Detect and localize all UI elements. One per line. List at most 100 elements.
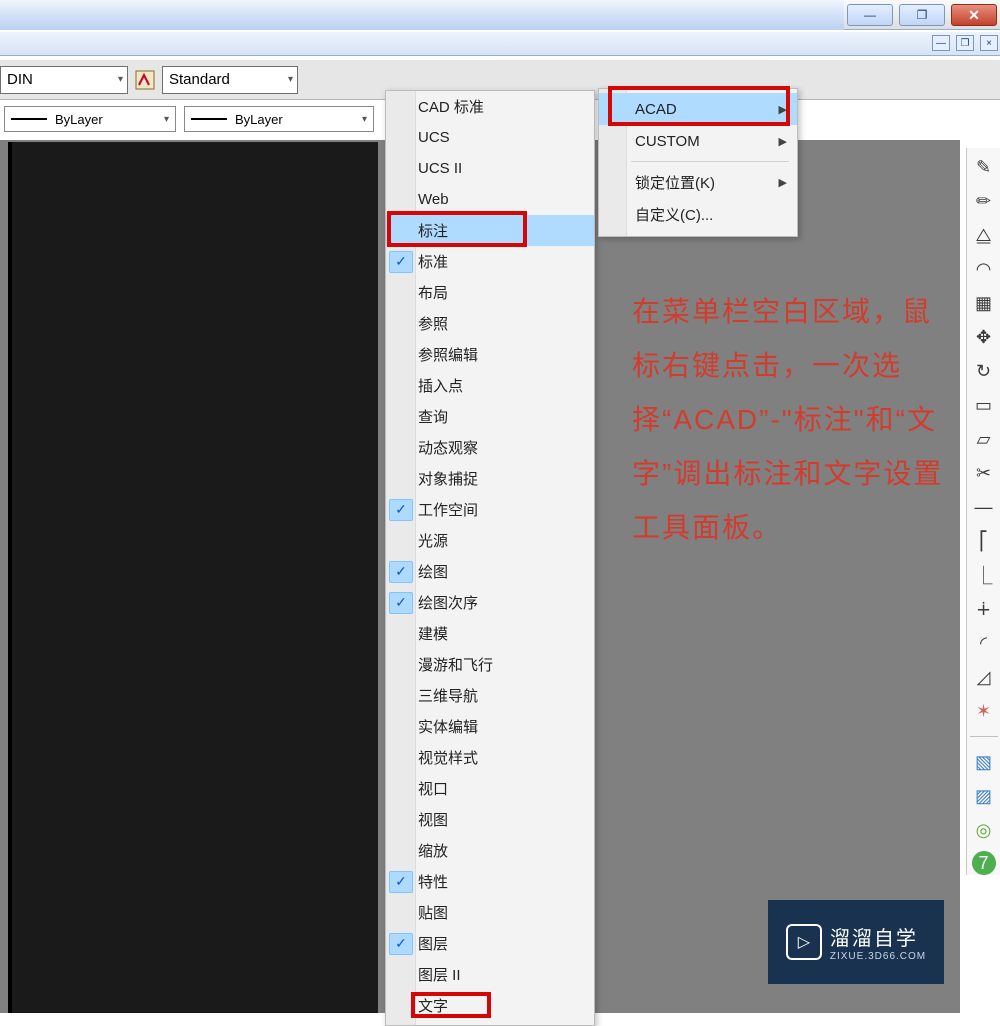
ctx-item-0[interactable]: CAD 标准 (386, 91, 594, 122)
move-icon[interactable]: ✥ (970, 324, 998, 350)
ctx-item-2[interactable]: UCS II (386, 153, 594, 184)
explode-icon[interactable]: ✶ (970, 698, 998, 724)
ctx-item-19[interactable]: 三维导航 (386, 680, 594, 711)
ctx-item-12[interactable]: 对象捕捉 (386, 463, 594, 494)
ctx-item-label: 工作空间 (416, 499, 478, 520)
submenu-item-1[interactable]: CUSTOM▶ (599, 125, 797, 157)
ctx-item-22[interactable]: 视口 (386, 773, 594, 804)
ctx-item-21[interactable]: 视觉样式 (386, 742, 594, 773)
minimize-button[interactable]: — (847, 4, 893, 26)
block-icon[interactable]: ◎ (970, 817, 998, 843)
check-placeholder (386, 339, 416, 370)
ctx-item-label: 查询 (416, 406, 448, 427)
submenu-item-3[interactable]: 锁定位置(K)▶ (599, 166, 797, 198)
dim-update-icon[interactable] (132, 67, 158, 93)
close-button[interactable]: ✕ (951, 4, 997, 26)
dim-style-value: DIN (7, 71, 33, 88)
ctx-item-label: 光源 (416, 530, 448, 551)
ctx-item-26[interactable]: 贴图 (386, 897, 594, 928)
submenu-item-0[interactable]: ACAD▶ (599, 93, 797, 125)
scale-icon[interactable]: ▭ (970, 392, 998, 418)
break-at-icon[interactable]: ⎿ (970, 562, 998, 588)
watermark-badge: ▷ 溜溜自学 ZIXUE.3D66.COM (768, 900, 944, 984)
join-icon[interactable]: ∔ (970, 596, 998, 622)
check-placeholder (386, 835, 416, 866)
ctx-item-24[interactable]: 缩放 (386, 835, 594, 866)
ctx-item-label: 贴图 (416, 902, 448, 923)
ctx-item-label: 图层 II (416, 964, 461, 985)
status-icon[interactable]: 7 (972, 851, 996, 875)
separator (631, 161, 789, 162)
chevron-right-icon: ▶ (779, 103, 787, 116)
ctx-item-label: 对象捕捉 (416, 468, 478, 489)
pencil-sparkle-icon[interactable]: ✎ (970, 154, 998, 180)
line-sample-icon (11, 118, 47, 120)
stretch-icon[interactable]: ▱ (970, 426, 998, 452)
model-viewport[interactable] (8, 142, 378, 1013)
ctx-item-8[interactable]: 参照编辑 (386, 339, 594, 370)
submenu-item-4[interactable]: 自定义(C)... (599, 198, 797, 230)
break-icon[interactable]: ⎡ (970, 528, 998, 554)
chamfer-icon[interactable]: ◿ (970, 664, 998, 690)
ctx-item-label: 插入点 (416, 375, 463, 396)
layer2-icon[interactable]: ▨ (970, 783, 998, 809)
check-placeholder (386, 711, 416, 742)
ctx-item-23[interactable]: 视图 (386, 804, 594, 835)
check-icon: ✓ (389, 561, 413, 583)
watermark-sub: ZIXUE.3D66.COM (830, 951, 926, 962)
rotate-icon[interactable]: ↻ (970, 358, 998, 384)
doc-maximize-button[interactable]: ❐ (956, 35, 974, 51)
trim-icon[interactable]: ✂ (970, 460, 998, 486)
doc-minimize-button[interactable]: — (932, 35, 950, 51)
array-icon[interactable]: ▦ (970, 290, 998, 316)
extend-icon[interactable]: — (970, 494, 998, 520)
check-placeholder (386, 463, 416, 494)
text-style-combo[interactable]: Standard ▾ (162, 66, 298, 94)
layer-icon[interactable]: ▧ (970, 749, 998, 775)
offset-icon[interactable]: ◠ (970, 256, 998, 282)
ctx-item-9[interactable]: 插入点 (386, 370, 594, 401)
ctx-item-4[interactable]: 标注 (386, 215, 594, 246)
ctx-item-11[interactable]: 动态观察 (386, 432, 594, 463)
pencil-icon[interactable]: ✏ (970, 188, 998, 214)
doc-close-button[interactable]: × (980, 35, 998, 51)
check-placeholder (386, 215, 416, 246)
instruction-text: 在菜单栏空白区域，鼠标右键点击，一次选择“ACAD”-"标注"和“文字”调出标注… (632, 285, 947, 555)
ctx-item-3[interactable]: Web (386, 184, 594, 215)
ctx-item-15[interactable]: ✓绘图 (386, 556, 594, 587)
fillet-icon[interactable]: ◜ (970, 630, 998, 656)
ctx-item-25[interactable]: ✓特性 (386, 866, 594, 897)
ctx-item-label: 漫游和飞行 (416, 654, 493, 675)
check-placeholder (386, 990, 416, 1021)
ctx-item-14[interactable]: 光源 (386, 525, 594, 556)
dim-style-combo[interactable]: DIN ▾ (0, 66, 128, 94)
lineweight-combo[interactable]: ByLayer ▾ (184, 106, 374, 132)
ctx-item-label: 三维导航 (416, 685, 478, 706)
text-style-value: Standard (169, 71, 230, 88)
ctx-item-18[interactable]: 漫游和飞行 (386, 649, 594, 680)
check-placeholder (386, 401, 416, 432)
side-toolbar: ✎ ✏ ⧋ ◠ ▦ ✥ ↻ ▭ ▱ ✂ — ⎡ ⎿ ∔ ◜ ◿ ✶ ▧ ▨ ◎ … (966, 148, 1000, 875)
check-icon: ✓ (389, 251, 413, 273)
ctx-item-5[interactable]: ✓标准 (386, 246, 594, 277)
ctx-item-17[interactable]: 建模 (386, 618, 594, 649)
mirror-icon[interactable]: ⧋ (970, 222, 998, 248)
ctx-item-27[interactable]: ✓图层 (386, 928, 594, 959)
maximize-button[interactable]: ❐ (899, 4, 945, 26)
ctx-item-7[interactable]: 参照 (386, 308, 594, 339)
ctx-item-20[interactable]: 实体编辑 (386, 711, 594, 742)
linetype-combo[interactable]: ByLayer ▾ (4, 106, 176, 132)
ctx-item-label: 布局 (416, 282, 448, 303)
check-icon: ✓ (389, 933, 413, 955)
ctx-item-10[interactable]: 查询 (386, 401, 594, 432)
ctx-item-28[interactable]: 图层 II (386, 959, 594, 990)
separator (970, 736, 998, 737)
ctx-item-6[interactable]: 布局 (386, 277, 594, 308)
linetype-value: ByLayer (55, 112, 103, 127)
ctx-item-29[interactable]: 文字 (386, 990, 594, 1021)
check-icon: ✓ (389, 499, 413, 521)
ctx-item-16[interactable]: ✓绘图次序 (386, 587, 594, 618)
ctx-item-1[interactable]: UCS (386, 122, 594, 153)
watermark-title: 溜溜自学 (830, 922, 926, 951)
ctx-item-13[interactable]: ✓工作空间 (386, 494, 594, 525)
